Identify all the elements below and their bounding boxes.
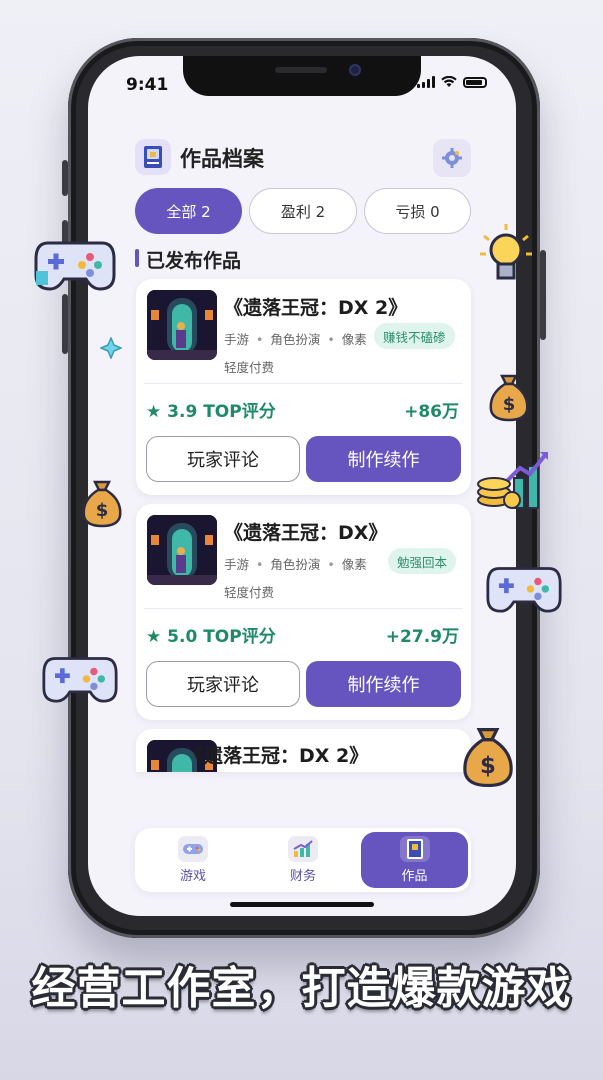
game-title: 《遗落王冠：DX 2》 bbox=[224, 297, 408, 319]
income-value: +27.9万 bbox=[385, 627, 459, 647]
filter-tab-loss[interactable]: 亏损 0 bbox=[364, 188, 471, 234]
player-comments-button[interactable]: 玩家评论 bbox=[146, 436, 300, 482]
status-time: 9:41 bbox=[126, 75, 169, 95]
status-icons bbox=[417, 76, 487, 88]
tag-style: 像素 bbox=[341, 332, 367, 347]
money-bag-icon: $ bbox=[82, 480, 122, 528]
phone-notch bbox=[183, 56, 421, 96]
tag-style: 像素 bbox=[341, 557, 367, 572]
gear-icon bbox=[442, 148, 462, 168]
nav-item-portfolio[interactable]: 作品 bbox=[361, 832, 468, 888]
signal-icon bbox=[417, 76, 435, 88]
money-bag-icon: $ bbox=[489, 374, 529, 422]
svg-text:$: $ bbox=[480, 753, 496, 779]
nav-label-games: 游戏 bbox=[179, 869, 206, 884]
section-accent-bar bbox=[135, 249, 139, 267]
filter-tab-all[interactable]: 全部 2 bbox=[135, 188, 242, 234]
game-cover-image bbox=[147, 515, 217, 585]
tag-platform: 手游 bbox=[224, 557, 250, 572]
tag-genre: 角色扮演 bbox=[270, 332, 321, 347]
portfolio-app-icon bbox=[135, 139, 171, 175]
game-title: 《遗落王冠：DX》 bbox=[224, 522, 388, 544]
divider bbox=[144, 383, 463, 384]
lightbulb-icon bbox=[480, 224, 532, 280]
rating-score: ★ 5.0 TOP评分 bbox=[146, 627, 276, 647]
tag-genre: 角色扮演 bbox=[270, 557, 321, 572]
section-title: 已发布作品 bbox=[146, 250, 242, 272]
portfolio-book-icon bbox=[399, 836, 430, 862]
make-sequel-button[interactable]: 制作续作 bbox=[306, 436, 461, 482]
game-card[interactable]: 《遗落王冠：DX 2》 手游 • 角色扮演 • 像素 赚钱不磕碜 轻度付费 ★ 3.9 … bbox=[136, 279, 471, 495]
gamepad-icon bbox=[486, 567, 562, 613]
income-value: +86万 bbox=[404, 402, 459, 422]
svg-text:$: $ bbox=[503, 394, 516, 415]
game-card[interactable]: 《遗落王冠：DX》 手游 • 角色扮演 • 像素 勉强回本 轻度付费 ★ 5.0 TOP… bbox=[136, 504, 471, 720]
rating-score: ★ 3.9 TOP评分 bbox=[146, 402, 276, 422]
promo-slogan: 经营工作室，打造爆款游戏 bbox=[31, 963, 572, 1014]
payment-model: 轻度付费 bbox=[224, 585, 275, 600]
game-tags: 手游 • 角色扮演 • 像素 bbox=[224, 332, 367, 347]
phone-power-button bbox=[540, 250, 546, 340]
payment-model: 轻度付费 bbox=[224, 360, 275, 375]
phone-volume-down bbox=[62, 294, 68, 354]
filter-tab-profit[interactable]: 盈利 2 bbox=[249, 188, 357, 234]
battery-icon bbox=[463, 76, 487, 88]
game-tags: 手游 • 角色扮演 • 像素 bbox=[224, 557, 367, 572]
nav-label-finance: 财务 bbox=[289, 869, 316, 884]
tag-platform: 手游 bbox=[224, 332, 250, 347]
gamepad-icon bbox=[34, 241, 116, 291]
status-badge: 勉强回本 bbox=[388, 548, 457, 574]
player-comments-button[interactable]: 玩家评论 bbox=[146, 661, 300, 707]
wifi-icon bbox=[441, 76, 457, 87]
nav-item-games[interactable]: 游戏 bbox=[137, 828, 249, 892]
game-card[interactable]: 《遗落王冠：DX 2》 bbox=[136, 729, 471, 772]
make-sequel-button[interactable]: 制作续作 bbox=[306, 661, 461, 707]
divider bbox=[144, 608, 463, 609]
sparkle-icon bbox=[100, 337, 122, 359]
svg-text:$: $ bbox=[96, 500, 109, 521]
phone-side-button bbox=[62, 160, 68, 196]
nav-label-portfolio: 作品 bbox=[401, 869, 428, 884]
money-bag-icon: $ bbox=[463, 728, 513, 788]
gamepad-icon bbox=[178, 836, 208, 862]
settings-button[interactable] bbox=[433, 139, 471, 177]
game-title: 《遗落王冠：DX 2》 bbox=[185, 745, 369, 767]
page-title: 作品档案 bbox=[180, 147, 264, 171]
gamepad-icon bbox=[42, 657, 118, 703]
nav-item-finance[interactable]: 财务 bbox=[247, 828, 359, 892]
bottom-nav: 游戏 财务 作品 bbox=[135, 828, 471, 892]
finance-chart-icon bbox=[288, 836, 318, 862]
game-cover-image bbox=[147, 290, 217, 360]
status-badge: 赚钱不磕碜 bbox=[374, 323, 455, 349]
coins-growth-chart-icon bbox=[477, 452, 548, 509]
home-indicator bbox=[230, 902, 374, 907]
